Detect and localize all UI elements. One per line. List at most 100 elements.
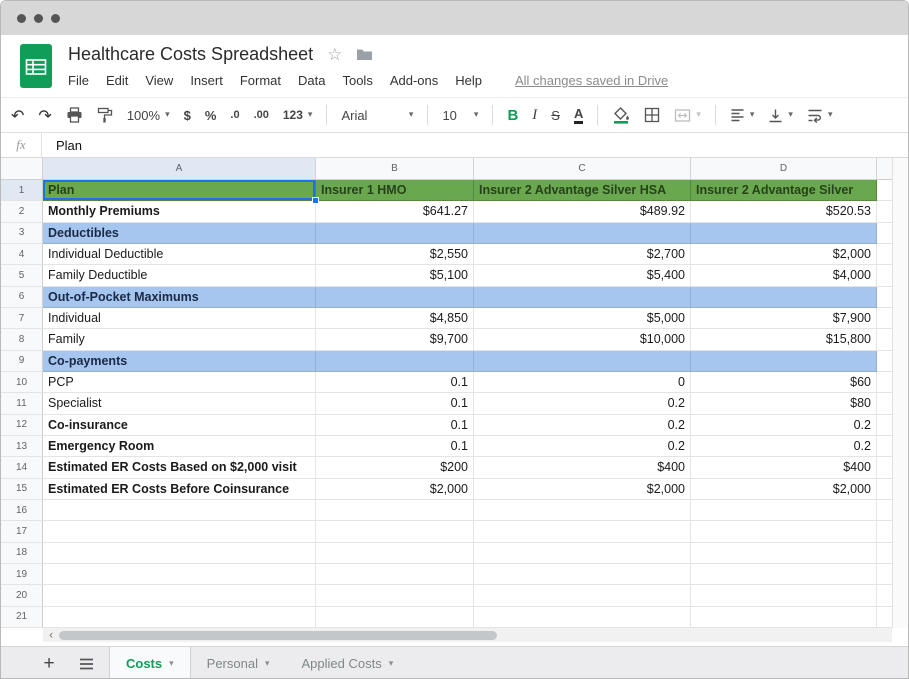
cell-A13[interactable]: Emergency Room (43, 435, 316, 458)
cell-D10[interactable]: $60 (691, 371, 877, 394)
decrease-decimal-button[interactable]: .0 (230, 109, 239, 121)
sheet-tab-personal[interactable]: Personal ▾ (191, 647, 286, 678)
redo-button[interactable]: ↷ (38, 106, 51, 125)
cell-D6[interactable] (691, 286, 877, 308)
column-header-B[interactable]: B (316, 158, 474, 180)
cell-A8[interactable]: Family (43, 329, 316, 351)
cell-D5[interactable]: $4,000 (691, 265, 877, 287)
text-wrap-button[interactable]: ▾ (807, 108, 832, 123)
row-header-1[interactable]: 1 (1, 180, 43, 202)
cell-B11[interactable]: 0.1 (316, 393, 474, 415)
increase-decimal-button[interactable]: .00 (254, 109, 269, 121)
cell-A3[interactable]: Deductibles (43, 222, 316, 244)
cell-D11[interactable]: $80 (691, 393, 877, 415)
cell-D2[interactable]: $520.53 (691, 201, 877, 223)
menu-data[interactable]: Data (298, 73, 325, 88)
cell-D21[interactable] (691, 606, 877, 628)
cell-D14[interactable]: $400 (691, 457, 877, 479)
row-header-20[interactable]: 20 (1, 585, 43, 607)
row-header-19[interactable]: 19 (1, 563, 43, 586)
cell-C10[interactable]: 0 (474, 371, 691, 394)
cell-B5[interactable]: $5,100 (316, 265, 474, 287)
menu-insert[interactable]: Insert (190, 73, 223, 88)
cell-A15[interactable]: Estimated ER Costs Before Coinsurance (43, 478, 316, 500)
all-sheets-button[interactable] (69, 647, 103, 678)
menu-tools[interactable]: Tools (342, 73, 372, 88)
zoom-select[interactable]: 100% ▾ (127, 108, 170, 123)
menu-format[interactable]: Format (240, 73, 281, 88)
cell-D1[interactable]: Insurer 2 Advantage Silver (691, 180, 877, 202)
cell-A10[interactable]: PCP (43, 371, 316, 394)
cell-B10[interactable]: 0.1 (316, 371, 474, 394)
cell-B16[interactable] (316, 499, 474, 522)
cell-C18[interactable] (474, 542, 691, 564)
cell-D4[interactable]: $2,000 (691, 243, 877, 266)
cell-C11[interactable]: 0.2 (474, 393, 691, 415)
cell-D15[interactable]: $2,000 (691, 478, 877, 500)
cell-C20[interactable] (474, 585, 691, 607)
menu-view[interactable]: View (145, 73, 173, 88)
cell-A4[interactable]: Individual Deductible (43, 243, 316, 266)
cell-C6[interactable] (474, 286, 691, 308)
saved-status[interactable]: All changes saved in Drive (515, 73, 668, 88)
cell-D16[interactable] (691, 499, 877, 522)
cell-C16[interactable] (474, 499, 691, 522)
merge-cells-button[interactable]: ▾ (674, 108, 701, 123)
cell-B2[interactable]: $641.27 (316, 201, 474, 223)
cell-C1[interactable]: Insurer 2 Advantage Silver HSA (474, 180, 691, 202)
cell-B21[interactable] (316, 606, 474, 628)
fill-handle[interactable] (312, 197, 319, 205)
number-format-menu[interactable]: 123 ▾ (283, 108, 313, 122)
formula-input[interactable]: Plan (56, 138, 82, 153)
scrollbar-track[interactable]: ‹ (43, 628, 892, 642)
cell-D7[interactable]: $7,900 (691, 307, 877, 330)
cell-B15[interactable]: $2,000 (316, 478, 474, 500)
select-all-corner[interactable] (1, 158, 43, 180)
row-header-6[interactable]: 6 (1, 286, 43, 308)
row-header-12[interactable]: 12 (1, 414, 43, 436)
cell-B18[interactable] (316, 542, 474, 564)
format-currency-button[interactable]: $ (184, 108, 191, 123)
cell-C9[interactable] (474, 350, 691, 372)
cell-C12[interactable]: 0.2 (474, 414, 691, 436)
cell-A20[interactable] (43, 585, 316, 607)
cell-B13[interactable]: 0.1 (316, 435, 474, 458)
cell-A18[interactable] (43, 542, 316, 564)
row-header-10[interactable]: 10 (1, 371, 43, 394)
menu-file[interactable]: File (68, 73, 89, 88)
cell-D12[interactable]: 0.2 (691, 414, 877, 436)
cell-B7[interactable]: $4,850 (316, 307, 474, 330)
cell-A21[interactable] (43, 606, 316, 628)
cell-C2[interactable]: $489.92 (474, 201, 691, 223)
cell-C19[interactable] (474, 563, 691, 586)
cell-D18[interactable] (691, 542, 877, 564)
format-percent-button[interactable]: % (205, 108, 217, 123)
window-zoom-button[interactable] (51, 13, 60, 23)
cell-A1[interactable]: Plan (43, 180, 319, 205)
cell-A16[interactable] (43, 499, 316, 522)
cell-B4[interactable]: $2,550 (316, 243, 474, 266)
cell-D20[interactable] (691, 585, 877, 607)
text-color-button[interactable]: A (573, 107, 584, 124)
cell-B17[interactable] (316, 521, 474, 543)
cell-A14[interactable]: Estimated ER Costs Based on $2,000 visit (43, 457, 316, 479)
font-select[interactable]: Arial ▾ (341, 108, 413, 123)
sheets-logo[interactable] (19, 43, 53, 97)
paint-format-button[interactable] (97, 107, 113, 123)
cell-D3[interactable] (691, 222, 877, 244)
cell-D17[interactable] (691, 521, 877, 543)
print-button[interactable] (66, 107, 83, 123)
cell-D19[interactable] (691, 563, 877, 586)
row-header-7[interactable]: 7 (1, 307, 43, 330)
cell-B14[interactable]: $200 (316, 457, 474, 479)
cell-B3[interactable] (316, 222, 474, 244)
cell-C5[interactable]: $5,400 (474, 265, 691, 287)
cell-A19[interactable] (43, 563, 316, 586)
cell-A5[interactable]: Family Deductible (43, 265, 316, 287)
row-header-16[interactable]: 16 (1, 499, 43, 522)
cell-B1[interactable]: Insurer 1 HMO (316, 180, 474, 202)
cell-A12[interactable]: Co-insurance (43, 414, 316, 436)
cell-B9[interactable] (316, 350, 474, 372)
scrollbar-thumb[interactable] (59, 630, 497, 640)
horizontal-align-button[interactable]: ▾ (730, 108, 754, 122)
